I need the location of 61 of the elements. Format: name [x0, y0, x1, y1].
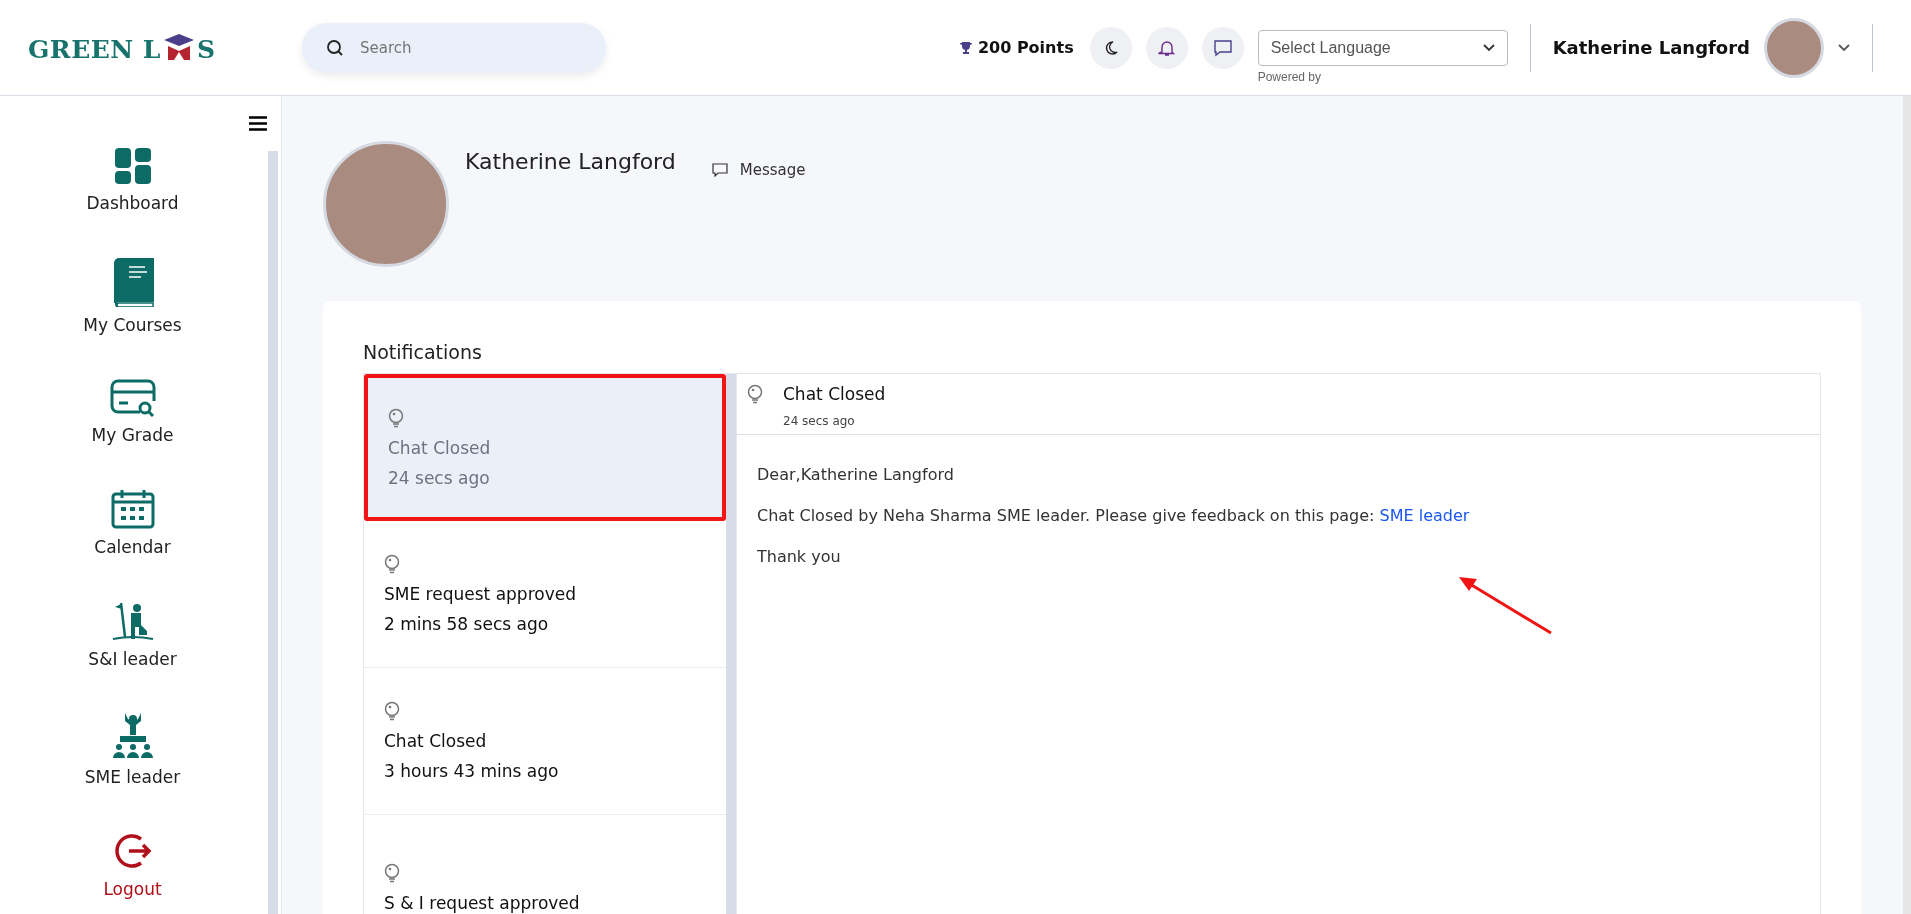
logout-icon — [112, 831, 153, 871]
sidebar-item[interactable]: SME leader — [0, 713, 265, 787]
bell-icon — [1157, 38, 1176, 57]
lightbulb-icon — [384, 554, 400, 574]
logo[interactable]: GREEN L S — [28, 31, 302, 64]
user-name[interactable]: Katherine Langford — [1552, 37, 1750, 58]
notification-time: 2 mins 58 secs ago — [384, 614, 550, 634]
message-link[interactable]: Message — [711, 161, 806, 179]
powered-by-text: Powered by — [1257, 69, 1323, 84]
chat-bubble-icon — [1212, 38, 1233, 57]
lightbulb-icon — [384, 863, 400, 883]
lightbulb-icon — [747, 384, 763, 404]
scrollbar[interactable] — [1903, 96, 1911, 914]
sidebar-label: My Courses — [83, 315, 182, 335]
logo-text: GREEN L — [28, 34, 161, 64]
sidebar-item[interactable]: Dashboard — [0, 147, 265, 213]
card-search-icon — [109, 379, 156, 417]
menu-icon[interactable] — [249, 116, 267, 131]
sme-leader-link[interactable]: SME leader — [1379, 506, 1470, 525]
sidebar-item[interactable]: S&I leader — [0, 601, 265, 669]
scrollbar[interactable] — [268, 151, 278, 914]
notification-time: 3 hours 43 mins ago — [384, 761, 560, 781]
chevron-down-icon[interactable] — [1838, 43, 1850, 52]
lightbulb-icon — [388, 407, 404, 428]
sidebar-label: SME leader — [84, 767, 181, 787]
sidebar-item[interactable]: My Courses — [0, 257, 265, 335]
profile-name: Katherine Langford — [465, 149, 676, 174]
trophy-icon — [958, 40, 973, 55]
calendar-icon — [110, 489, 155, 529]
leader-audience-icon — [110, 713, 155, 759]
section-title: Notifications — [363, 341, 483, 363]
message-text: Chat Closed by Neha Sharma SME leader. Please give feedback on this page: SME leader — [757, 506, 1471, 525]
sidebar-label: Logout — [103, 879, 162, 899]
detail-time: 24 secs ago — [783, 414, 856, 428]
chevron-down-icon — [1482, 43, 1495, 52]
notification-title: SME request approved — [384, 584, 577, 604]
search-icon — [326, 38, 344, 57]
sidebar-label: My Grade — [91, 425, 174, 445]
sidebar-item[interactable]: Logout — [0, 831, 265, 899]
notification-time: 24 secs ago — [388, 467, 491, 488]
logo-text: S — [196, 34, 216, 64]
sidebar-item[interactable]: Calendar — [0, 489, 265, 557]
notification-title: Chat Closed — [384, 731, 488, 751]
sidebar-label: S&I leader — [88, 649, 177, 669]
greeting-text: Dear,Katherine Langford — [757, 465, 955, 484]
points-text: 200 Points — [977, 38, 1074, 57]
sidebar-label: Calendar — [94, 537, 171, 557]
search-field[interactable]: Search — [302, 22, 606, 73]
notification-title: Chat Closed — [388, 437, 492, 458]
notification-title: S & I request approved — [384, 893, 581, 913]
lightbulb-icon — [384, 701, 400, 721]
language-select[interactable]: Select Language — [1257, 29, 1508, 66]
sidebar-item[interactable]: My Grade — [0, 379, 265, 445]
chat-bubble-icon — [711, 163, 728, 177]
closing-text: Thank you — [757, 547, 842, 566]
dashboard-icon — [113, 147, 152, 185]
sidebar-label: Dashboard — [86, 193, 179, 213]
detail-title: Chat Closed — [783, 384, 886, 404]
climber-flag-icon — [110, 601, 155, 641]
notification-item[interactable]: Chat Closed 24 secs ago — [364, 374, 726, 521]
scrollbar[interactable] — [726, 374, 736, 914]
